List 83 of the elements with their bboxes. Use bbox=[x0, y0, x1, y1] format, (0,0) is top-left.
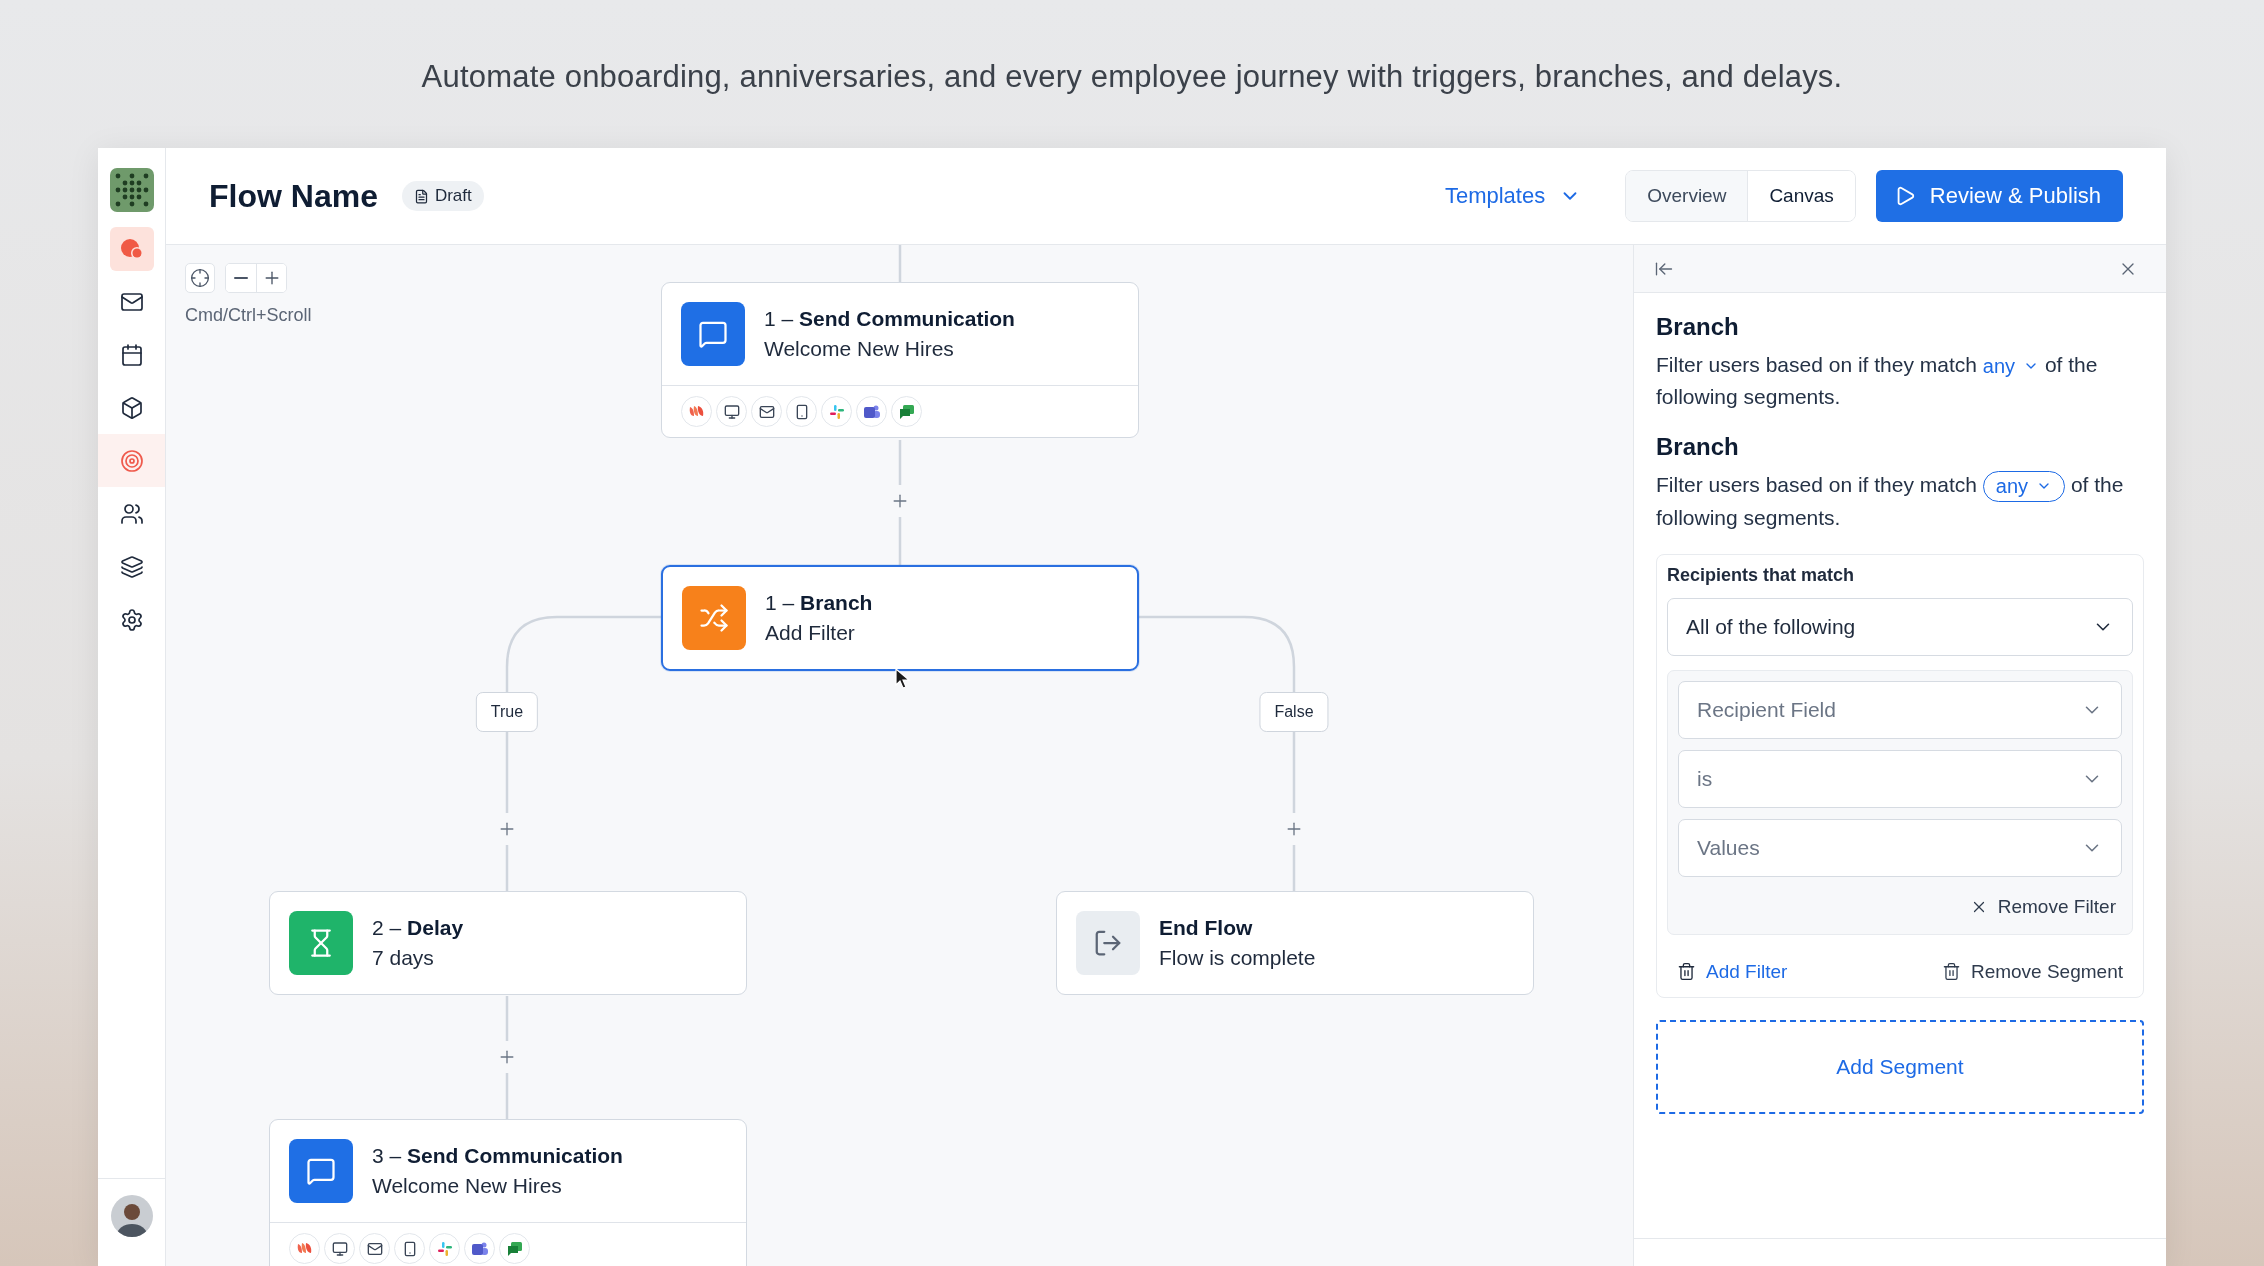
node-subtitle: Welcome New Hires bbox=[372, 1174, 563, 1198]
avatar[interactable] bbox=[110, 1195, 153, 1237]
add-filter-button[interactable]: Add Filter bbox=[1677, 960, 1788, 983]
target-icon bbox=[119, 448, 144, 473]
view-tab[interactable]: Overview bbox=[1626, 171, 1748, 221]
pinwheel-icon bbox=[429, 1233, 460, 1264]
cursor-icon bbox=[895, 668, 911, 690]
connector-line bbox=[505, 996, 509, 1041]
petals-icon bbox=[289, 1233, 320, 1264]
minus-icon bbox=[234, 277, 248, 279]
recenter-button[interactable] bbox=[185, 263, 215, 293]
templates-dropdown[interactable]: Templates bbox=[1438, 182, 1588, 210]
node-title: 2 – Delay bbox=[372, 916, 464, 940]
node-subtitle: Flow is complete bbox=[1159, 946, 1316, 970]
flow-node[interactable]: End Flow Flow is complete bbox=[1056, 891, 1534, 995]
section-title: Branch bbox=[1656, 313, 1740, 341]
petals-icon bbox=[681, 396, 712, 427]
flow-node[interactable]: 3 – Send Communication Welcome New Hires bbox=[269, 1119, 747, 1266]
segment-description: Filter users based on if they match any of the following segments. bbox=[1656, 352, 2099, 410]
smartphone-icon bbox=[394, 1233, 425, 1264]
hourglass-icon bbox=[289, 911, 353, 975]
logo-icon bbox=[109, 168, 154, 212]
message-icon bbox=[289, 1139, 353, 1203]
node-title: 3 – Send Communication bbox=[372, 1144, 623, 1168]
layers-icon bbox=[119, 554, 144, 579]
select-field[interactable]: Values bbox=[1678, 818, 2122, 877]
chat-bubbles-icon bbox=[499, 1233, 530, 1264]
node-subtitle: 7 days bbox=[372, 946, 435, 970]
mail-icon bbox=[359, 1233, 390, 1264]
node-subtitle: Welcome New Hires bbox=[764, 337, 955, 361]
select-field[interactable]: Recipient Field bbox=[1678, 680, 2122, 739]
users-icon bbox=[119, 501, 144, 526]
match-dropdown[interactable]: any bbox=[1982, 354, 2040, 378]
flow-node[interactable]: 1 – Branch Add Filter bbox=[661, 565, 1139, 671]
segment-description: Filter users based on if they match any of the following segments. bbox=[1656, 469, 2144, 534]
smartphone-icon bbox=[786, 396, 817, 427]
flow-node[interactable]: 1 – Send Communication Welcome New Hires bbox=[661, 282, 1139, 438]
select-field[interactable]: All of the following bbox=[1667, 597, 2133, 656]
zoom-in-button[interactable] bbox=[256, 264, 286, 292]
trash-icon bbox=[1677, 962, 1696, 982]
add-segment-button[interactable]: Add Segment bbox=[1656, 1019, 2144, 1114]
node-subtitle: Add Filter bbox=[765, 621, 856, 645]
view-tab[interactable]: Canvas bbox=[1747, 171, 1855, 221]
connector-line bbox=[505, 1073, 509, 1119]
status-label: Draft bbox=[434, 186, 472, 206]
crosshair-icon bbox=[190, 268, 210, 288]
settings-icon bbox=[119, 607, 144, 632]
shuffle-icon bbox=[682, 586, 746, 650]
calendar-icon bbox=[119, 342, 144, 367]
node-title: 1 – Send Communication bbox=[764, 307, 1015, 331]
chat-bubble-icon bbox=[119, 237, 144, 260]
match-dropdown[interactable]: any bbox=[1982, 470, 2066, 502]
monitor-icon bbox=[324, 1233, 355, 1264]
remove-filter-button[interactable]: Remove Filter bbox=[1969, 895, 2116, 918]
connector-line bbox=[505, 845, 509, 891]
pinwheel-icon bbox=[821, 396, 852, 427]
exit-icon bbox=[1076, 911, 1140, 975]
connector-line bbox=[898, 517, 902, 565]
select-field[interactable]: is bbox=[1678, 749, 2122, 808]
connector-line bbox=[1292, 845, 1296, 891]
zoom-hint: Cmd/Ctrl+Scroll bbox=[185, 305, 312, 326]
trash-icon bbox=[1941, 962, 1961, 982]
flow-title: Flow Name bbox=[209, 177, 378, 215]
node-title: 1 – Branch bbox=[765, 591, 873, 615]
publish-button[interactable]: Review & Publish bbox=[1875, 170, 2123, 222]
node-title: End Flow bbox=[1159, 916, 1254, 940]
file-icon bbox=[413, 188, 429, 204]
section-title: Branch bbox=[1656, 433, 1740, 461]
connector-line bbox=[898, 440, 902, 485]
field-label: Recipients that match bbox=[1667, 564, 1856, 586]
branch-label: True bbox=[475, 692, 539, 732]
team-chat-icon bbox=[856, 396, 887, 427]
chat-bubbles-icon bbox=[891, 396, 922, 427]
monitor-icon bbox=[716, 396, 747, 427]
connector-line bbox=[898, 245, 902, 282]
message-icon bbox=[681, 302, 745, 366]
flow-node[interactable]: 2 – Delay 7 days bbox=[269, 891, 747, 995]
team-chat-icon bbox=[464, 1233, 495, 1264]
cube-icon bbox=[119, 395, 144, 420]
branch-label: False bbox=[1259, 692, 1329, 732]
mail-icon bbox=[751, 396, 782, 427]
headline: Automate onboarding, anniversaries, and every employee journey with triggers, branches, and delays. bbox=[421, 58, 1843, 96]
remove-segment-button[interactable]: Remove Segment bbox=[1941, 960, 2123, 983]
